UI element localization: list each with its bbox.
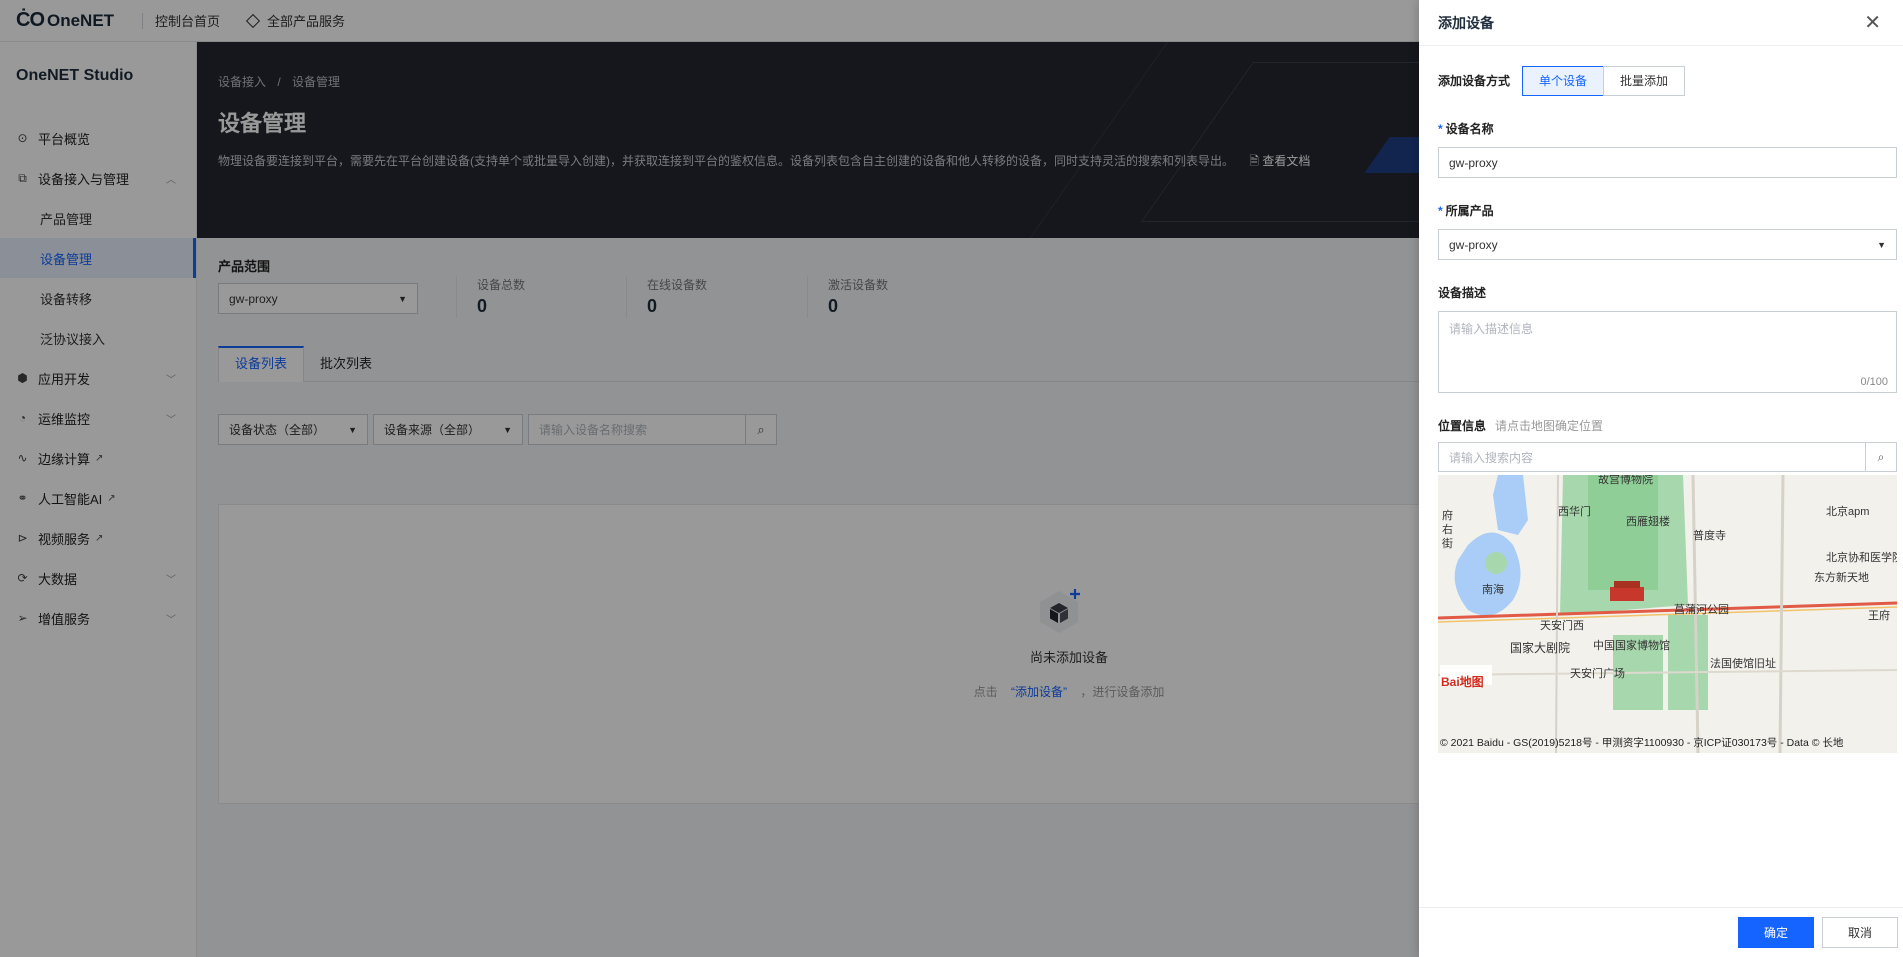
map-label: 府右街 — [1442, 510, 1453, 550]
search-icon[interactable]: ⌕ — [1865, 443, 1896, 471]
map-label: 天安门广场 — [1570, 668, 1625, 680]
method-single-button[interactable]: 单个设备 — [1522, 65, 1605, 96]
drawer-body: 添加设备方式 单个设备 批量添加 * 设备名称 gw-proxy * 所属产品 gw… — [1419, 46, 1903, 753]
cancel-button[interactable]: 取消 — [1822, 917, 1898, 948]
close-icon[interactable]: ✕ — [1864, 10, 1881, 35]
device-name-label: * 设备名称 — [1438, 120, 1897, 138]
map-label: 法国使馆旧址 — [1710, 658, 1776, 670]
map-label: 北京协和医学院 — [1826, 552, 1897, 564]
description-placeholder: 请输入描述信息 — [1449, 322, 1534, 336]
location-row: 位置信息 请点击地图确定位置 — [1438, 417, 1897, 434]
map-label: 菖蒲河公园 — [1674, 604, 1729, 616]
location-search: 请输入搜索内容 ⌕ — [1438, 442, 1897, 472]
drawer-footer: 确定 取消 — [1419, 907, 1903, 957]
map-label: 东方新天地 — [1814, 572, 1869, 584]
product-label-text: 所属产品 — [1445, 204, 1494, 218]
confirm-button[interactable]: 确定 — [1738, 917, 1814, 948]
map-label: 北京apm — [1826, 506, 1870, 518]
required-mark: * — [1438, 204, 1443, 218]
char-counter: 0/100 — [1860, 376, 1888, 388]
baidu-map[interactable]: 故宫博物院 西华门 西雁翅楼 普度寺 北京apm 北京协和医学院 东方新天地 南… — [1438, 475, 1897, 753]
caret-down-icon: ▼ — [1877, 239, 1886, 250]
map-label: 国家大剧院 — [1510, 641, 1571, 655]
device-name-field[interactable]: gw-proxy — [1438, 147, 1897, 178]
modal-overlay[interactable] — [0, 0, 1419, 957]
product-select-value: gw-proxy — [1449, 237, 1498, 252]
map-label: 西雁翅楼 — [1626, 516, 1670, 528]
map-copyright: © 2021 Baidu - GS(2019)5218号 - 甲测资字11009… — [1440, 737, 1844, 749]
location-label: 位置信息 — [1438, 419, 1487, 433]
drawer-title: 添加设备 — [1438, 14, 1494, 31]
map-label: 普度寺 — [1693, 530, 1726, 542]
map-label: 中国国家博物馆 — [1593, 640, 1670, 652]
product-label: * 所属产品 — [1438, 202, 1897, 220]
drawer-header: 添加设备 ✕ — [1419, 0, 1903, 46]
map-label: 故宫博物院 — [1598, 475, 1653, 486]
map-label: 王府 — [1868, 610, 1890, 622]
device-name-label-text: 设备名称 — [1445, 122, 1494, 136]
required-mark: * — [1438, 122, 1443, 136]
baidu-map-logo: Bai地图 — [1441, 675, 1484, 689]
map-label: 天安门西 — [1540, 620, 1584, 632]
method-batch-button[interactable]: 批量添加 — [1603, 65, 1686, 96]
location-hint: 请点击地图确定位置 — [1495, 419, 1604, 433]
description-label: 设备描述 — [1438, 286, 1487, 300]
product-select[interactable]: gw-proxy ▼ — [1438, 229, 1897, 260]
description-textarea[interactable]: 请输入描述信息 0/100 — [1438, 311, 1897, 393]
location-search-input[interactable]: 请输入搜索内容 — [1439, 449, 1865, 466]
add-method-label: 添加设备方式 — [1438, 74, 1511, 88]
map-label: 西华门 — [1558, 506, 1591, 518]
device-name-value: gw-proxy — [1449, 155, 1498, 170]
add-method-row: 添加设备方式 单个设备 批量添加 — [1438, 65, 1897, 96]
add-device-drawer: 添加设备 ✕ 添加设备方式 单个设备 批量添加 * 设备名称 gw-proxy *… — [1419, 0, 1903, 957]
map-label: 南海 — [1482, 584, 1504, 596]
